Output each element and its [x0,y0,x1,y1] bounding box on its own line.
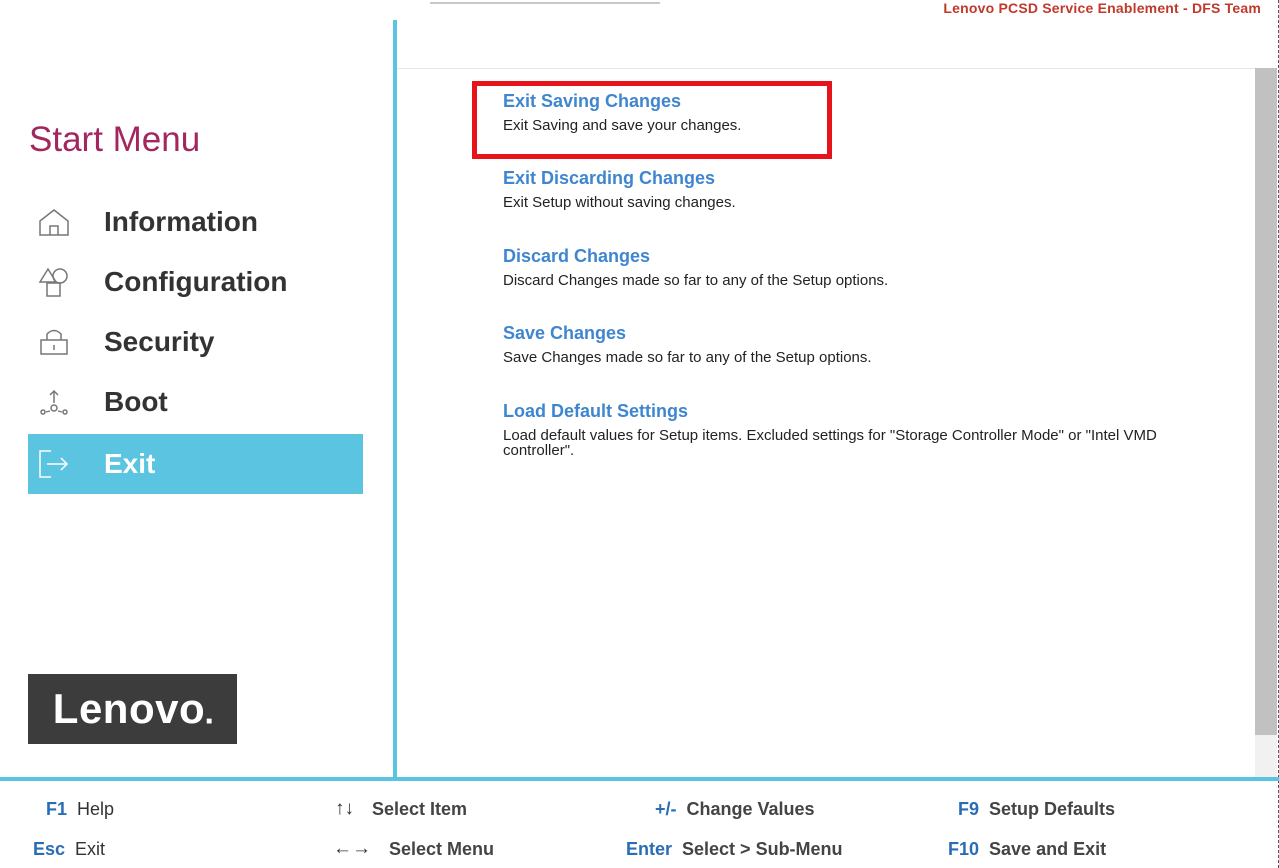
left-right-arrow-icon: ←→ [333,838,371,859]
hotkey-setup-defaults: F9 Setup Defaults [958,797,1115,821]
option-description: Exit Setup without saving changes. [503,194,736,211]
option-title[interactable]: Discard Changes [503,245,1243,267]
main-scrollbar[interactable] [1255,68,1277,778]
hotkey-key: Enter [626,838,673,859]
hotkey-select-item: ↑↓ Select Item [335,797,467,821]
sidebar-divider [393,20,397,778]
sidebar-item-label: Information [104,206,258,237]
footer-divider [0,777,1279,781]
lock-icon [34,322,74,362]
sidebar-item-configuration[interactable]: Configuration [28,252,363,312]
credit-text: Lenovo PCSD Service Enablement - DFS Tea… [943,0,1261,16]
option-description: Discard Changes made so far to any of th… [503,272,889,289]
hotkey-desc: Change Values [686,798,815,819]
boot-icon [34,382,74,422]
hotkey-save-and-exit: F10 Save and Exit [948,837,1106,861]
home-icon [34,202,74,242]
option-discard-changes[interactable]: Discard Changes Discard Changes made so … [503,245,1243,288]
hotkey-desc: Setup Defaults [989,798,1116,819]
option-save-changes[interactable]: Save Changes Save Changes made so far to… [503,322,1243,365]
hotkey-desc: Save and Exit [989,838,1107,859]
main-panel-top-border [397,68,1255,69]
sidebar-item-boot[interactable]: Boot [28,372,363,432]
hotkey-help: F1 Help [46,797,114,821]
hotkey-key: F9 [958,798,980,819]
option-description: Load default values for Setup items. Exc… [503,427,1157,459]
hotkey-key: F10 [948,838,980,859]
sidebar-item-information[interactable]: Information [28,192,363,252]
shapes-icon [34,262,74,302]
start-menu-title: Start Menu [29,120,201,159]
cropped-header-edge [430,0,660,4]
logo-mark: ■ [206,716,213,727]
hotkey-sub-menu: Enter Select > Sub-Menu [626,837,843,861]
option-title[interactable]: Exit Discarding Changes [503,167,1243,189]
option-load-default-settings[interactable]: Load Default Settings Load default value… [503,400,1203,458]
logo-text: Lenovo [52,685,206,732]
up-down-arrow-icon: ↑↓ [335,798,354,819]
hotkey-key: Esc [33,838,66,859]
hotkey-exit: Esc Exit [33,837,105,861]
hotkey-desc: Select Item [372,798,468,819]
exit-icon [34,444,74,484]
sidebar: Start Menu Information Configuration Sec… [0,0,395,778]
hotkey-key: +/- [655,798,677,819]
option-exit-discarding-changes[interactable]: Exit Discarding Changes Exit Setup witho… [503,167,1243,210]
lenovo-logo: Lenovo ■ [28,674,237,744]
sidebar-item-label: Exit [104,448,156,479]
hotkey-select-menu: ←→ Select Menu [333,837,494,861]
sidebar-item-label: Security [104,326,215,357]
sidebar-item-label: Configuration [104,266,288,297]
hotkey-key: F1 [46,798,68,819]
hotkey-desc: Exit [75,838,106,859]
hotkey-change-values: +/- Change Values [655,797,815,821]
sidebar-item-label: Boot [104,386,168,417]
sidebar-item-exit[interactable]: Exit [28,434,363,494]
option-title[interactable]: Load Default Settings [503,400,1203,422]
sidebar-item-security[interactable]: Security [28,312,363,372]
option-title[interactable]: Save Changes [503,322,1243,344]
selection-highlight [472,81,832,159]
option-description: Save Changes made so far to any of the S… [503,349,872,366]
hotkey-desc: Select Menu [389,838,495,859]
hotkey-desc: Help [77,798,115,819]
hotkey-desc: Select > Sub-Menu [682,838,843,859]
scrollbar-thumb[interactable] [1255,68,1277,735]
